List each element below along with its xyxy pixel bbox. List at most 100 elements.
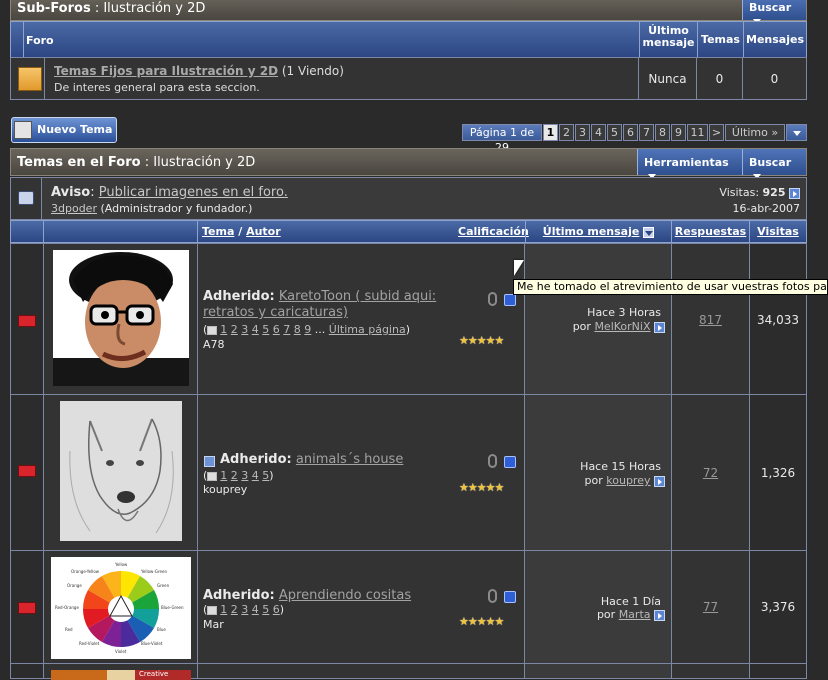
sort-replies[interactable]: Respuestas bbox=[675, 225, 746, 238]
pagination: Página 1 de 29 1 2 3 4 5 6 7 8 9 11 > Úl… bbox=[462, 124, 807, 154]
sort-topic[interactable]: Tema bbox=[202, 225, 234, 238]
last-post-user[interactable]: Marta bbox=[619, 608, 651, 621]
last-post-time: Hace 3 Horas bbox=[587, 306, 661, 319]
go-to-last-post-icon[interactable] bbox=[654, 321, 665, 333]
subforums-title: Sub-Foros bbox=[17, 1, 91, 16]
rating-stars: ★★★★★ bbox=[459, 481, 504, 494]
subforums-table: Foro Último mensaje Temas Mensajes Temas… bbox=[10, 21, 807, 100]
page-9[interactable]: 9 bbox=[671, 124, 686, 141]
sticky-pin-icon bbox=[504, 294, 516, 306]
pagination-dropdown[interactable] bbox=[786, 124, 807, 141]
thread-row: Adherido: KaretoToon ( subid aqui: retra… bbox=[10, 243, 807, 395]
chevron-down-icon bbox=[792, 130, 801, 136]
thread-row: Adherido: animals´s house (1 2 3 4 5) ko… bbox=[10, 394, 807, 551]
last-page-link[interactable]: Última página bbox=[329, 323, 406, 336]
threads-search-button[interactable]: Buscar bbox=[742, 149, 806, 179]
threads-bar-forum: Ilustración y 2D bbox=[153, 155, 256, 170]
wheel-label: Red bbox=[65, 627, 73, 632]
thread-thumbnail-wolf[interactable] bbox=[60, 401, 182, 541]
threads-bar-title: Temas en el Foro bbox=[17, 155, 141, 170]
thread-author: Mar bbox=[203, 618, 224, 631]
thread-replies[interactable]: 817 bbox=[699, 313, 722, 327]
wheel-label: Violet bbox=[115, 649, 127, 654]
wheel-label: Yellow bbox=[114, 562, 128, 567]
thread-thumbnail-color-wheel[interactable]: Yellow Yellow-Green Green Blue-Green Blu… bbox=[51, 557, 191, 659]
thread-replies[interactable]: 77 bbox=[703, 600, 718, 614]
thread-thumbnail-partial[interactable]: Creative bbox=[51, 670, 191, 680]
new-thread-button[interactable]: Nuevo Tema bbox=[11, 117, 117, 143]
sort-desc-icon[interactable] bbox=[643, 226, 655, 238]
thread-checkbox[interactable] bbox=[204, 456, 215, 467]
go-to-last-post-icon[interactable] bbox=[654, 475, 665, 487]
subforums-forum-name: Ilustración y 2D bbox=[103, 1, 206, 16]
sort-author[interactable]: Autor bbox=[246, 225, 281, 238]
last-post-time: Hace 1 Día bbox=[600, 595, 661, 608]
mouse-cursor-icon bbox=[514, 260, 524, 276]
rating-stars: ★★★★★ bbox=[459, 615, 504, 628]
subforums-bar: Sub-Foros : Ilustración y 2D Buscar bbox=[10, 0, 807, 24]
tools-button[interactable]: Herramientas bbox=[637, 149, 742, 179]
sort-rating[interactable]: Calificación bbox=[458, 225, 529, 238]
header-forum: Foro bbox=[26, 34, 54, 47]
thread-title-link[interactable]: Aprendiendo cositas bbox=[279, 588, 411, 603]
wheel-label: Red-Violet bbox=[79, 641, 100, 646]
page-5[interactable]: 5 bbox=[607, 124, 622, 141]
notice-row: Aviso: Publicar imagenes en el foro. 3dp… bbox=[10, 177, 807, 220]
page-4[interactable]: 4 bbox=[591, 124, 606, 141]
sticky-pin-icon bbox=[504, 591, 516, 603]
notice-author[interactable]: 3dpoder bbox=[51, 202, 97, 215]
wheel-label: Green bbox=[157, 583, 170, 588]
thread-views: 34,033 bbox=[749, 243, 807, 395]
subforum-viewing: (1 Viendo) bbox=[281, 64, 344, 78]
thread-row: Yellow Yellow-Green Green Blue-Green Blu… bbox=[10, 550, 807, 664]
thread-views: 3,376 bbox=[749, 550, 807, 664]
page-1-current: 1 bbox=[543, 124, 558, 141]
page-3[interactable]: 3 bbox=[575, 124, 590, 141]
wheel-label: Orange bbox=[67, 583, 82, 588]
page-8[interactable]: 8 bbox=[655, 124, 670, 141]
sort-last-post[interactable]: Último mensaje bbox=[543, 225, 640, 238]
last-post-user[interactable]: kouprey bbox=[606, 474, 650, 487]
page-11[interactable]: 11 bbox=[687, 124, 708, 141]
header-last-post: Último mensaje bbox=[639, 22, 697, 57]
page-2[interactable]: 2 bbox=[559, 124, 574, 141]
threads-bar: Temas en el Foro : Ilustración y 2D Herr… bbox=[10, 148, 807, 179]
rating-stars: ★★★★★ bbox=[459, 334, 504, 347]
sort-views[interactable]: Visitas bbox=[757, 225, 799, 238]
page-last[interactable]: Último » bbox=[725, 124, 785, 141]
folder-icon bbox=[18, 67, 42, 91]
thread-thumbnail-caricature[interactable] bbox=[53, 250, 189, 386]
thread-table-header: Tema / Autor Calificación Último mensaje… bbox=[10, 220, 807, 243]
wheel-label: Orange-Yellow bbox=[71, 569, 100, 574]
subforum-threads: 0 bbox=[696, 57, 743, 100]
thread-author: kouprey bbox=[203, 483, 248, 496]
color-wheel-image: Yellow Yellow-Green Green Blue-Green Blu… bbox=[51, 557, 191, 659]
go-arrow-icon[interactable] bbox=[789, 187, 800, 199]
multipage-icon bbox=[207, 605, 218, 615]
thread-prefix: Adherido: bbox=[203, 289, 275, 304]
page-6[interactable]: 6 bbox=[623, 124, 638, 141]
wheel-label: Blue-Green bbox=[161, 605, 184, 610]
pencil-icon bbox=[14, 121, 32, 139]
notice-link[interactable]: Publicar imagenes en el foro. bbox=[99, 185, 288, 200]
last-post-user[interactable]: MelKorNiX bbox=[594, 320, 650, 333]
page-7[interactable]: 7 bbox=[639, 124, 654, 141]
subforum-last-post: Nunca bbox=[638, 57, 697, 100]
subforums-search-button[interactable]: Buscar bbox=[742, 0, 806, 24]
thread-replies[interactable]: 72 bbox=[703, 466, 718, 480]
thread-title-link[interactable]: animals´s house bbox=[296, 452, 403, 467]
page-next[interactable]: > bbox=[709, 124, 724, 141]
page-label: Página 1 de 29 bbox=[462, 124, 542, 154]
multipage-icon bbox=[207, 325, 218, 335]
sticky-pin-icon bbox=[504, 456, 516, 468]
attachment-icon bbox=[488, 454, 497, 468]
notice-visits: 925 bbox=[762, 186, 786, 199]
attachment-icon bbox=[488, 589, 497, 603]
wheel-label: Blue bbox=[157, 627, 166, 632]
go-to-last-post-icon[interactable] bbox=[654, 609, 665, 621]
wheel-label: Blue-Violet bbox=[141, 641, 163, 646]
notice-date: 16-abr-2007 bbox=[732, 202, 800, 215]
subforum-link[interactable]: Temas Fijos para Ilustración y 2D bbox=[54, 64, 278, 78]
thread-views: 1,326 bbox=[749, 394, 807, 551]
multipage-icon bbox=[207, 471, 218, 481]
